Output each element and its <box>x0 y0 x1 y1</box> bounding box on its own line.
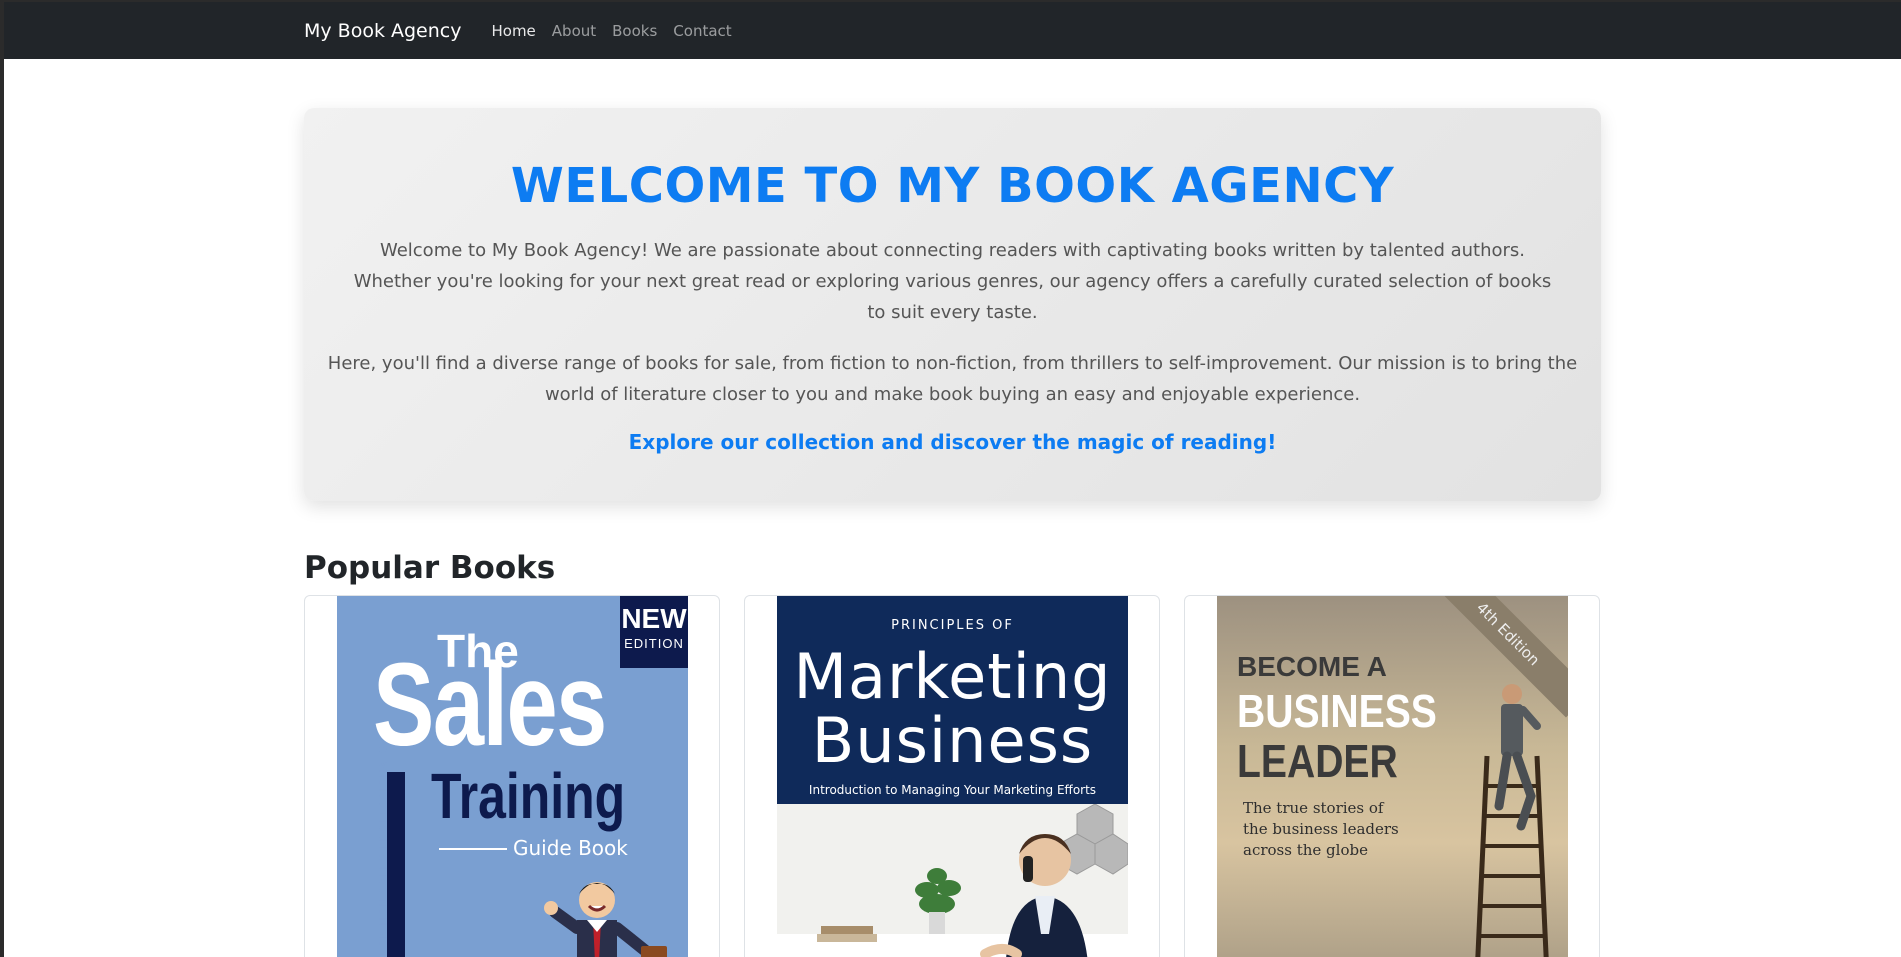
office-scene-icon <box>777 803 1128 957</box>
nav-link-home[interactable]: Home <box>483 22 543 40</box>
cover-header: PRINCIPLES OF Marketing Business Introdu… <box>777 596 1128 804</box>
popular-books-heading: Popular Books <box>304 550 556 586</box>
nav-link-about[interactable]: About <box>544 22 604 40</box>
hero-paragraph-1: Welcome to My Book Agency! We are passio… <box>353 239 1552 323</box>
cover-photo <box>777 803 1128 957</box>
nav-link-contact[interactable]: Contact <box>665 22 739 40</box>
brand-link[interactable]: My Book Agency <box>304 20 461 42</box>
hero-cta: Explore our collection and discover the … <box>628 429 1277 454</box>
navbar: My Book Agency Home About Books Contact <box>4 2 1901 59</box>
browser-viewport: My Book Agency Home About Books Contact … <box>4 2 1901 957</box>
nav-links: Home About Books Contact <box>483 22 739 40</box>
hero-jumbotron: WELCOME TO MY BOOK AGENCY Welcome to My … <box>304 108 1601 501</box>
badge-line-1: NEW <box>621 603 687 634</box>
cover-title-line-3: LEADER <box>1237 735 1398 787</box>
cover-title-line-2: BUSINESS <box>1237 685 1437 737</box>
cover-subtitle: Introduction to Managing Your Marketing … <box>808 783 1097 797</box>
hero-paragraph-2: Here, you'll find a diverse range of boo… <box>327 352 1578 405</box>
book-cover-marketing-business[interactable]: PRINCIPLES OF Marketing Business Introdu… <box>777 596 1128 957</box>
man-on-ladder-icon <box>1475 684 1549 957</box>
cover-title-training: Training <box>431 760 626 832</box>
nav-link-books[interactable]: Books <box>604 22 665 40</box>
cover-kicker: PRINCIPLES OF <box>891 618 1014 633</box>
cover-rule <box>439 848 507 850</box>
businessman-illustration-icon <box>544 882 667 957</box>
book-card-list: NEW EDITION The Sales FOR NON SALES PROF… <box>304 595 1601 957</box>
book-cover-business-leader[interactable]: 4th Edition BECOME A BUSINESS LEADER The… <box>1217 596 1568 957</box>
book-card[interactable]: PRINCIPLES OF Marketing Business Introdu… <box>744 595 1160 957</box>
book-cover-sales-training[interactable]: NEW EDITION The Sales FOR NON SALES PROF… <box>337 596 688 957</box>
cover-subtitle: The true stories of the business leaders… <box>1243 799 1399 859</box>
cover-subtitle: Guide Book <box>513 836 628 860</box>
cover-title-line-2: Business <box>811 704 1094 777</box>
new-edition-badge: NEW EDITION <box>620 596 688 668</box>
cover-title-line-1: Marketing <box>793 640 1112 713</box>
badge-line-2: EDITION <box>624 636 684 651</box>
cover-title-line-1: BECOME A <box>1237 651 1387 682</box>
cover-title-sales: Sales <box>373 639 607 771</box>
cover-side-text: FOR NON SALES PROFESSIONALS <box>377 745 390 956</box>
book-card[interactable]: NEW EDITION The Sales FOR NON SALES PROF… <box>304 595 720 957</box>
hero-title: WELCOME TO MY BOOK AGENCY <box>510 158 1395 214</box>
book-card[interactable]: 4th Edition BECOME A BUSINESS LEADER The… <box>1184 595 1600 957</box>
